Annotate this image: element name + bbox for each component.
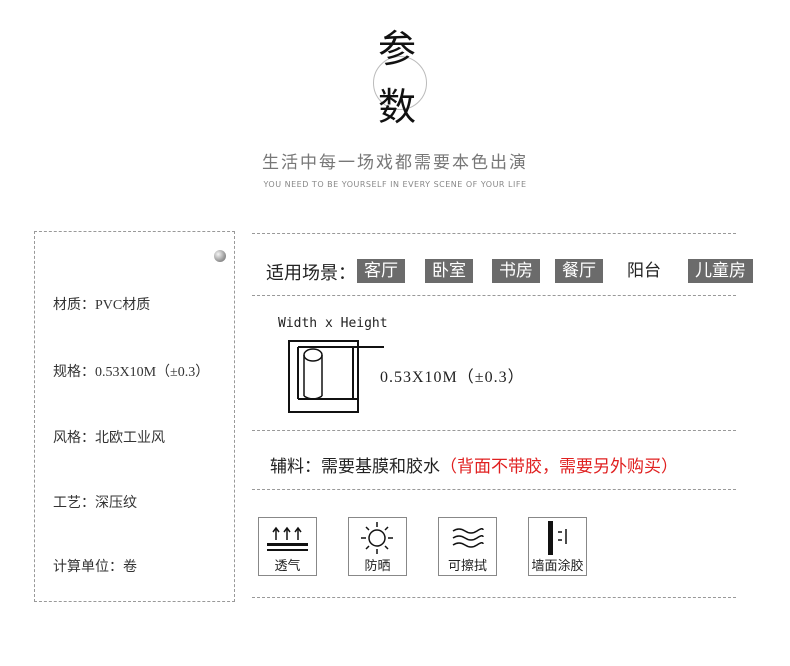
feature-label: 可擦拭	[447, 558, 487, 573]
feature-sunproof: 防晒	[348, 517, 407, 576]
page-title-bottom: 数	[378, 85, 417, 129]
spec-label: 材质：	[53, 298, 95, 313]
feature-breathable: 透气	[258, 517, 317, 576]
spec-value: PVC材质	[95, 298, 151, 313]
divider	[252, 233, 736, 234]
spec-label: 规格：	[53, 365, 95, 380]
wipe-icon	[452, 527, 484, 548]
scene-tag-bedroom: 卧室	[425, 259, 473, 283]
feature-label: 透气	[274, 558, 301, 573]
subtitle-en: YOU NEED TO BE YOURSELF IN EVERY SCENE O…	[263, 180, 527, 189]
divider	[252, 430, 736, 431]
breathable-icon	[267, 526, 308, 551]
spec-label: 工艺：	[53, 496, 95, 511]
feature-wall-glue: 墙面涂胶	[528, 517, 587, 576]
spec-value: 深压纹	[95, 496, 137, 511]
scene-tag-kids-room: 儿童房	[688, 259, 753, 283]
auxiliary-note: 辅料：需要基膜和胶水（背面不带胶，需要另外购买）	[270, 452, 678, 477]
spec-value: 北欧工业风	[95, 431, 165, 446]
spec-craft: 工艺：深压纹	[53, 492, 137, 512]
page-title-top: 参	[378, 27, 417, 71]
auxiliary-warning: （背面不带胶，需要另外购买）	[440, 457, 678, 476]
divider	[252, 597, 736, 598]
spec-label: 计算单位：	[53, 560, 123, 575]
spec-label: 风格：	[53, 431, 95, 446]
dimension-size: 0.53X10M（±0.3）	[380, 369, 525, 386]
spec-material: 材质：PVC材质	[53, 294, 150, 314]
divider	[252, 295, 736, 296]
feature-label: 防晒	[364, 558, 391, 573]
spec-value: 卷	[123, 560, 137, 575]
roll-diagram-icon	[288, 340, 384, 413]
spec-style: 风格：北欧工业风	[53, 427, 165, 447]
sun-icon	[361, 522, 393, 554]
feature-wipeable: 可擦拭	[438, 517, 497, 576]
auxiliary-label: 辅料：需要基膜和胶水	[270, 457, 440, 476]
scene-tag-balcony: 阳台	[627, 261, 661, 280]
spec-panel	[34, 231, 235, 602]
scene-tag-study: 书房	[492, 259, 540, 283]
subtitle-cn: 生活中每一场戏都需要本色出演	[262, 153, 528, 173]
wall-glue-icon	[548, 521, 567, 555]
scene-tag-dining: 餐厅	[555, 259, 603, 283]
spec-unit: 计算单位：卷	[53, 556, 137, 576]
decor-dot-icon	[214, 250, 226, 262]
scene-tag-living-room: 客厅	[357, 259, 405, 283]
scene-label: 适用场景：	[266, 263, 356, 283]
feature-label: 墙面涂胶	[531, 558, 584, 573]
spec-size: 规格：0.53X10M（±0.3）	[53, 361, 209, 381]
divider	[252, 489, 736, 490]
dimension-label: Width x Height	[278, 316, 388, 331]
spec-value: 0.53X10M（±0.3）	[95, 365, 210, 380]
